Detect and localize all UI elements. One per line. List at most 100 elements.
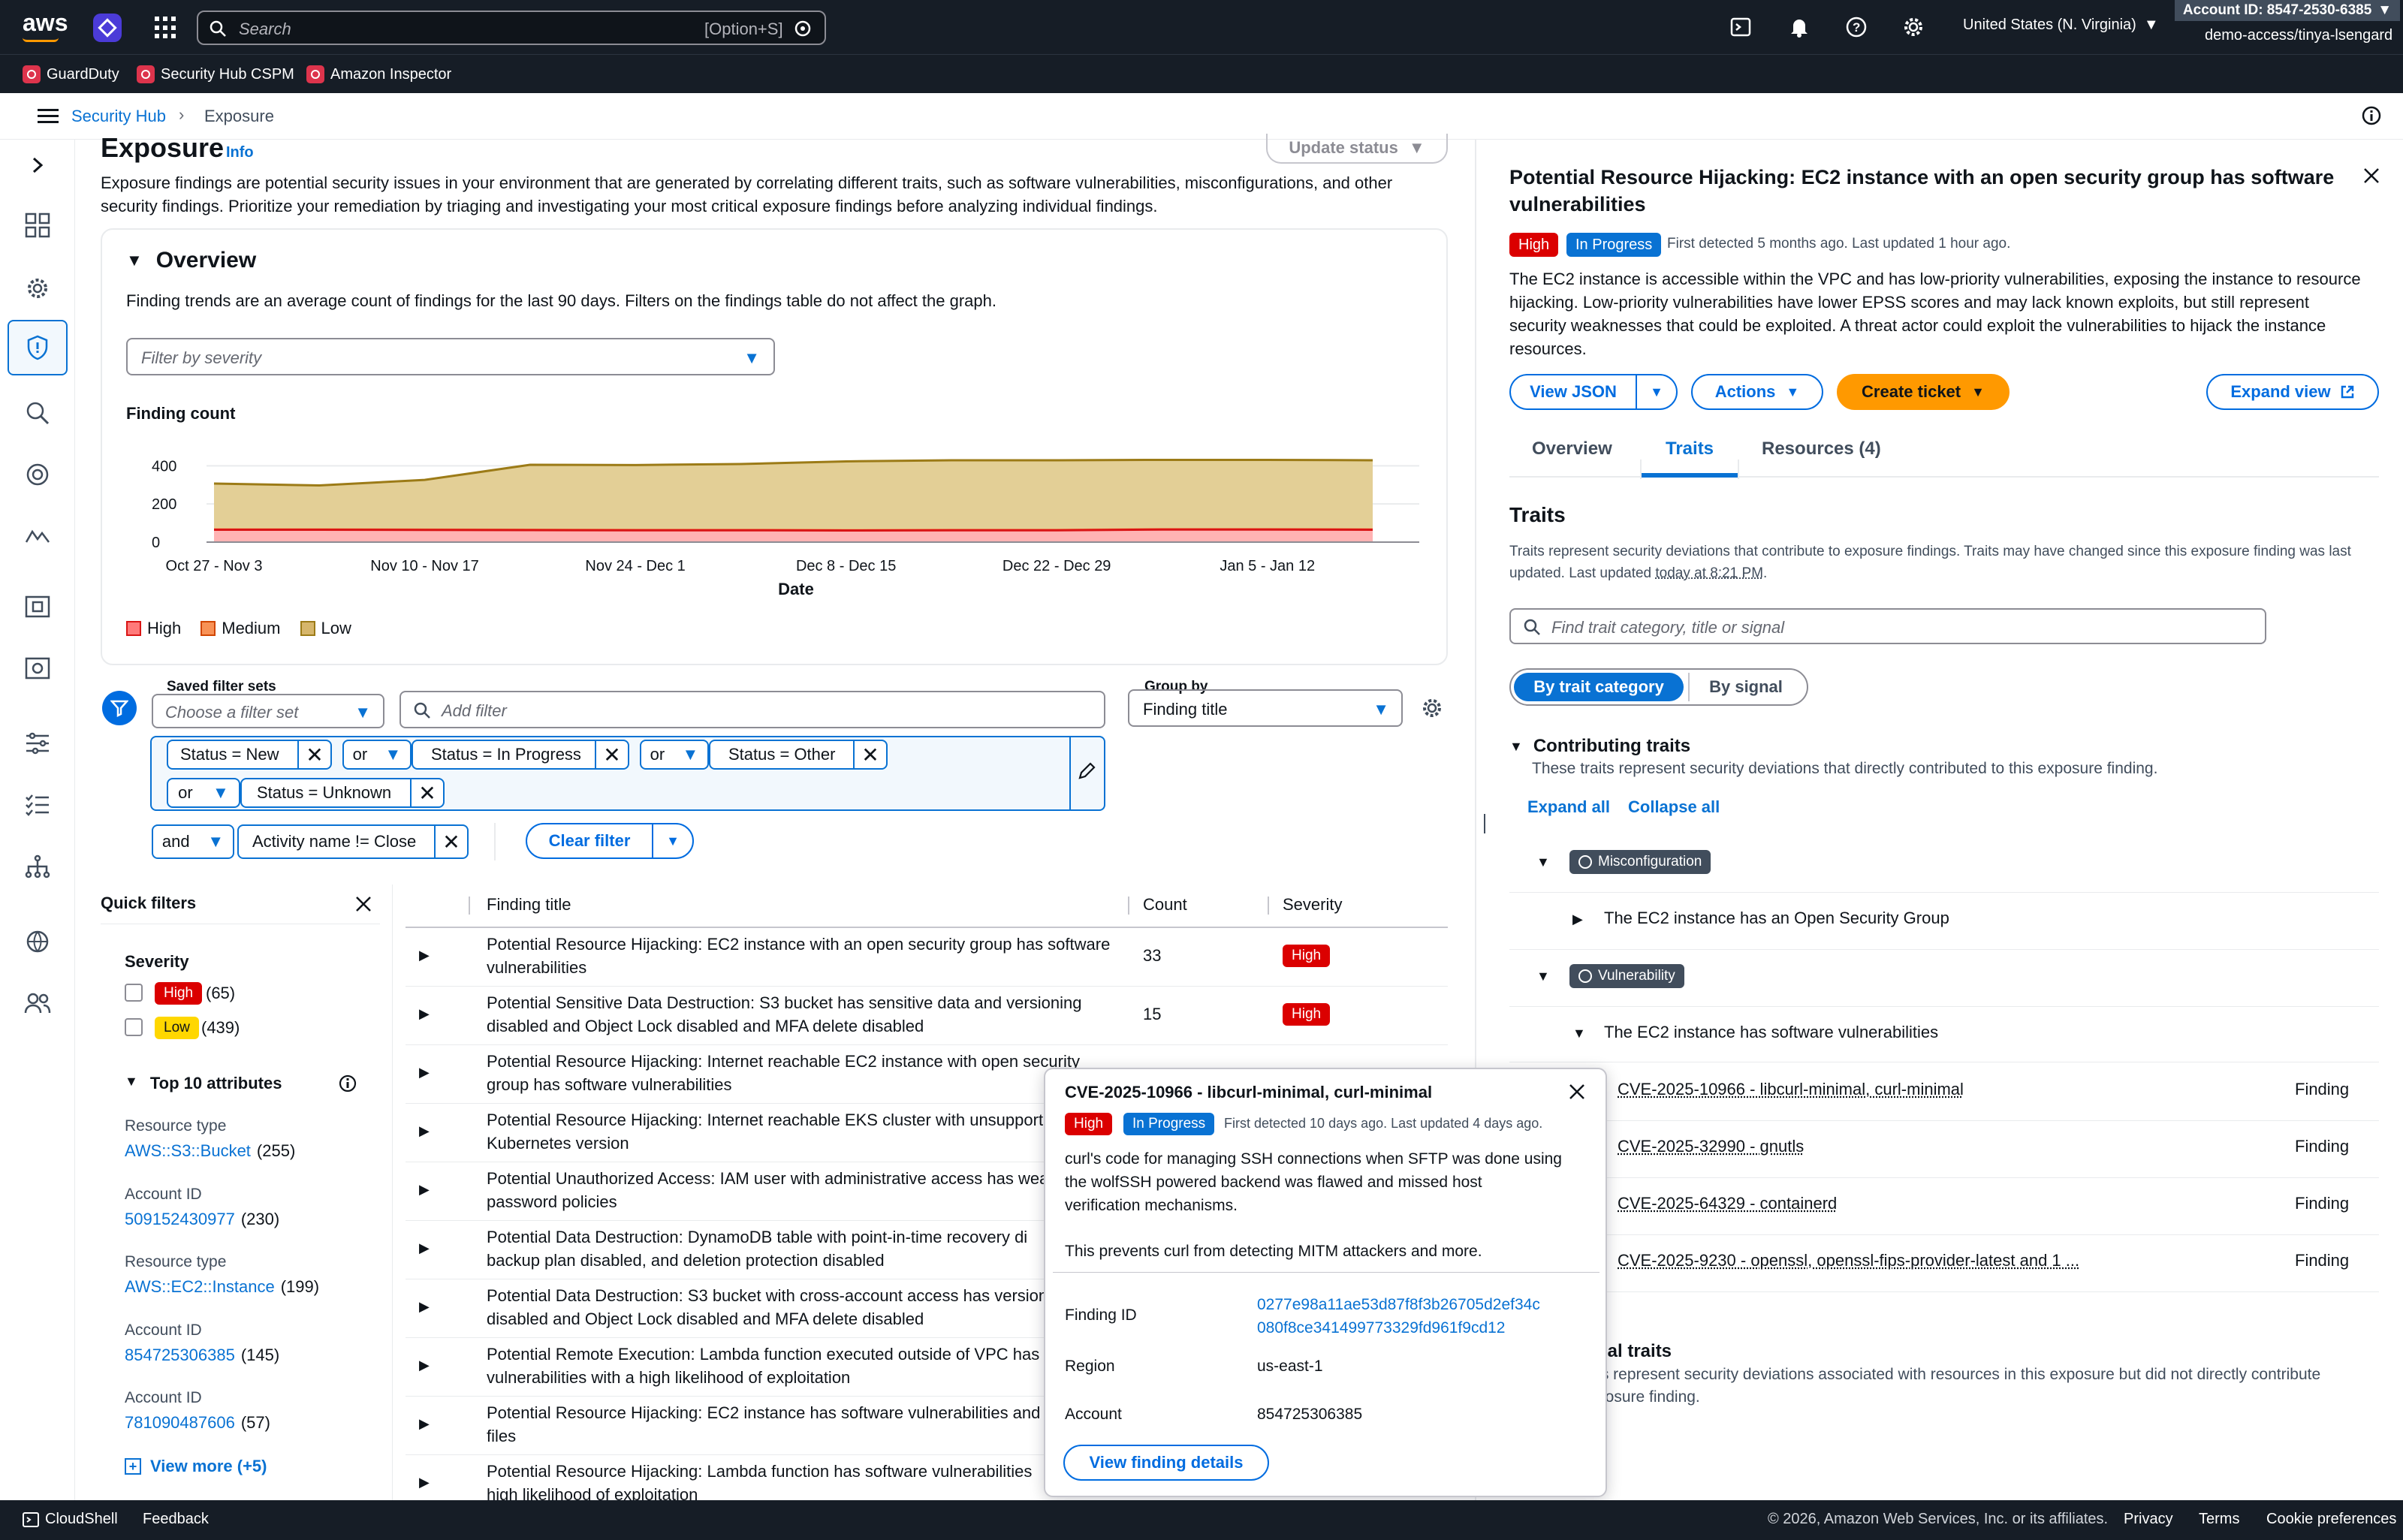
contributing-traits-header[interactable]: ▼ Contributing traits [1509, 736, 1690, 757]
finding-id-link[interactable]: 0277e98a11ae53d87f8f3b26705d2ef34c 080f8c… [1257, 1293, 1540, 1340]
trait-search-input[interactable]: Find trait category, title or signal [1509, 608, 2266, 644]
terms-link[interactable]: Terms [2199, 1511, 2239, 1528]
threat-search-icon[interactable] [20, 395, 56, 431]
user-menu[interactable]: demo-access/tinya-lsengard [2205, 27, 2392, 44]
attribute-value-link[interactable]: 854725306385 [125, 1346, 235, 1365]
view-finding-details-button[interactable]: View finding details [1063, 1445, 1269, 1481]
caret-right-icon[interactable]: ▶ [419, 1240, 430, 1256]
aws-logo[interactable]: aws [23, 9, 68, 37]
caret-down-icon[interactable]: ▼ [1536, 854, 1550, 870]
close-icon[interactable] [2362, 167, 2380, 185]
caret-right-icon[interactable]: ▶ [419, 1182, 430, 1198]
resources-icon[interactable] [20, 650, 56, 686]
caret-right-icon[interactable]: ▶ [419, 1358, 430, 1373]
operator-or[interactable]: or ▼ [640, 740, 709, 770]
search-settings-icon[interactable] [793, 19, 813, 38]
segment-by-signal[interactable]: By signal [1688, 673, 1802, 701]
update-status-button[interactable]: Update status ▼ [1266, 134, 1448, 164]
caret-right-icon[interactable]: ▶ [419, 1475, 430, 1490]
view-more-link[interactable]: + View more (+5) [125, 1457, 267, 1476]
add-filter-input[interactable]: Add filter [399, 691, 1105, 728]
expand-view-button[interactable]: Expand view [2206, 374, 2379, 410]
cloudshell-icon[interactable] [1727, 14, 1754, 41]
cve-item[interactable]: CVE-2025-9230 - openssl, openssl-fips-pr… [1618, 1251, 2079, 1270]
create-ticket-button[interactable]: Create ticket ▼ [1837, 374, 2010, 410]
cloudshell-link[interactable]: CloudShell [23, 1511, 118, 1528]
amazon-q-icon[interactable] [93, 14, 122, 42]
cve-item[interactable]: CVE-2025-32990 - gnutls [1618, 1137, 1804, 1156]
close-icon[interactable] [1568, 1083, 1586, 1101]
menu-icon[interactable] [38, 108, 59, 125]
region-selector[interactable]: United States (N. Virginia) ▼ [1963, 17, 2159, 34]
trait-open-security-group[interactable]: The EC2 instance has an Open Security Gr… [1604, 909, 1949, 928]
legend-medium[interactable]: Medium [201, 619, 281, 638]
segment-by-category[interactable]: By trait category [1514, 673, 1684, 701]
operator-or[interactable]: or ▼ [342, 740, 412, 770]
caret-right-icon[interactable]: ▶ [419, 1299, 430, 1315]
attribute-value-link[interactable]: AWS::S3::Bucket [125, 1141, 251, 1161]
info-link[interactable]: Info [226, 144, 254, 161]
inventory-icon[interactable] [20, 589, 56, 625]
breadcrumb-security-hub[interactable]: Security Hub [71, 107, 166, 126]
search-input[interactable]: Search [Option+S] [197, 11, 826, 45]
caret-right-icon[interactable]: ▶ [1572, 912, 1583, 927]
settings-icon[interactable] [1900, 14, 1927, 41]
traits-time[interactable]: today at 8:21 PM [1655, 565, 1763, 581]
view-json-button[interactable]: View JSON [1509, 374, 1637, 410]
hierarchy-icon[interactable] [20, 848, 56, 885]
favorite-security-hub-cspm[interactable]: Security Hub CSPM [137, 64, 294, 85]
users-icon[interactable] [20, 985, 56, 1021]
clear-filter-dropdown[interactable]: ▼ [652, 823, 694, 859]
low-checkbox[interactable] [125, 1018, 143, 1036]
attribute-value-link[interactable]: 509152430977 [125, 1210, 235, 1229]
checklist-icon[interactable] [20, 787, 56, 823]
help-icon[interactable]: ? [1843, 14, 1870, 41]
resize-handle[interactable] [1484, 814, 1485, 833]
trend-icon[interactable] [20, 518, 56, 554]
caret-right-icon[interactable]: ▶ [419, 1006, 430, 1022]
trait-software-vulnerabilities[interactable]: The EC2 instance has software vulnerabil… [1604, 1023, 1938, 1042]
view-json-dropdown[interactable]: ▼ [1636, 374, 1678, 410]
operator-and[interactable]: and ▼ [152, 824, 234, 859]
col-count[interactable]: Count [1143, 895, 1187, 915]
attribute-value-link[interactable]: 781090487606 [125, 1413, 235, 1433]
legend-high[interactable]: High [126, 619, 181, 638]
actions-button[interactable]: Actions ▼ [1691, 374, 1823, 410]
feedback-link[interactable]: Feedback [143, 1511, 209, 1528]
legend-low[interactable]: Low [300, 619, 351, 638]
close-icon[interactable]: ✕ [595, 740, 628, 769]
clear-filter-button[interactable]: Clear filter [526, 823, 653, 859]
close-icon[interactable]: ✕ [434, 825, 467, 858]
favorite-guardduty[interactable]: GuardDuty [23, 64, 119, 85]
caret-right-icon[interactable]: ▶ [419, 1065, 430, 1080]
col-severity[interactable]: Severity [1283, 895, 1342, 915]
close-icon[interactable]: ✕ [410, 779, 443, 807]
close-icon[interactable]: ✕ [853, 740, 886, 769]
sliders-icon[interactable] [20, 725, 56, 761]
overview-header[interactable]: ▼ Overview [126, 248, 256, 273]
caret-right-icon[interactable]: ▶ [419, 1123, 430, 1139]
caret-down-icon[interactable]: ▼ [1536, 969, 1550, 984]
gear-cluster-icon[interactable] [20, 270, 56, 306]
tab-resources[interactable]: Resources (4) [1762, 438, 1881, 460]
attribute-value-link[interactable]: AWS::EC2::Instance [125, 1277, 275, 1297]
dashboard-icon[interactable] [20, 207, 56, 243]
info-icon[interactable] [338, 1074, 357, 1093]
tab-overview[interactable]: Overview [1532, 438, 1612, 460]
table-row[interactable]: ▶ Potential Sensitive Data Destruction: … [406, 987, 1448, 1045]
info-icon[interactable] [2361, 105, 2382, 126]
top-attributes-header[interactable]: ▼ Top 10 attributes [125, 1074, 282, 1093]
edit-icon[interactable] [1077, 761, 1096, 781]
group-by-select[interactable]: Finding title ▼ [1128, 689, 1403, 727]
collapse-all-link[interactable]: Collapse all [1628, 797, 1720, 817]
saved-filter-select[interactable]: Choose a filter set ▼ [152, 694, 384, 728]
notifications-icon[interactable] [1786, 14, 1813, 41]
caret-right-icon[interactable]: ▶ [419, 1416, 430, 1432]
services-menu-icon[interactable] [155, 17, 177, 39]
expand-all-link[interactable]: Expand all [1527, 797, 1610, 817]
tab-traits[interactable]: Traits [1666, 438, 1714, 460]
globe-settings-icon[interactable] [20, 924, 56, 960]
target-icon[interactable] [20, 457, 56, 493]
close-icon[interactable]: ✕ [297, 740, 330, 769]
severity-filter-select[interactable]: Filter by severity ▼ [126, 338, 775, 375]
